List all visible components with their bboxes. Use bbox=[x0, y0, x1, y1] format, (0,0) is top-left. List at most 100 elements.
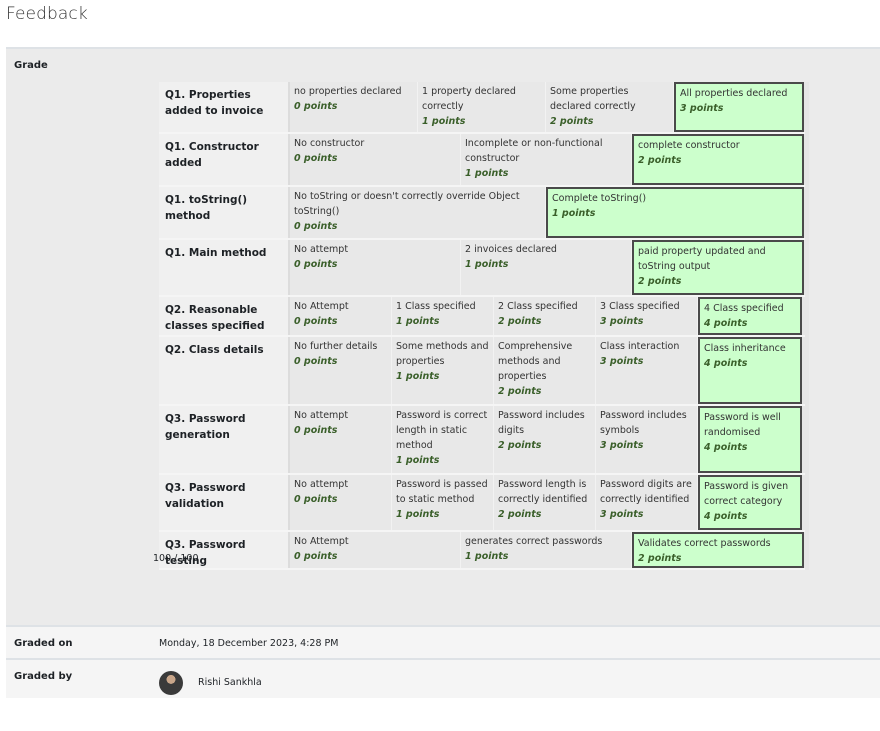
rubric-criterion-row: Q1. Main method No attempt 0 points 2 invoi… bbox=[159, 240, 805, 297]
rubric-criterion-row: Q3. Password generation No attempt 0 point… bbox=[159, 406, 805, 475]
graded-on-row: Graded on Monday, 18 December 2023, 4:28… bbox=[6, 625, 880, 658]
criterion-levels: No attempt 0 points Password is correct le… bbox=[290, 406, 805, 473]
level-points: 2 points bbox=[498, 509, 542, 520]
grade-value: Q1. Properties added to invoice no proper… bbox=[159, 49, 880, 625]
level-description: No attempt bbox=[294, 410, 349, 421]
rubric-criterion-row: Q1. Constructor added No constructor 0 poi… bbox=[159, 134, 805, 187]
rubric-level-selected: complete constructor 2 points bbox=[632, 134, 804, 185]
level-description: No attempt bbox=[294, 479, 349, 490]
rubric-level: Class interaction 3 points bbox=[596, 337, 698, 404]
criterion-title: Q1. Properties added to invoice bbox=[159, 82, 290, 132]
level-points: 1 points bbox=[422, 116, 466, 127]
rubric-level: Password is correct length in static met… bbox=[392, 406, 494, 473]
level-description: No constructor bbox=[294, 138, 365, 149]
criterion-title: Q2. Class details bbox=[159, 337, 290, 404]
level-points: 3 points bbox=[600, 316, 644, 327]
rubric-level: Some properties declared correctly 2 poin… bbox=[546, 82, 674, 132]
level-points: 0 points bbox=[294, 153, 338, 164]
criterion-levels: No attempt 0 points 2 invoices declared 1 p… bbox=[290, 240, 805, 295]
level-points: 0 points bbox=[294, 356, 338, 367]
rubric-level: Incomplete or non-functional constructor… bbox=[461, 134, 632, 185]
level-points: 4 points bbox=[704, 318, 748, 329]
rubric-level: 1 Class specified 1 points bbox=[392, 297, 494, 335]
criterion-title: Q1. Main method bbox=[159, 240, 290, 295]
level-description: Incomplete or non-functional constructor bbox=[465, 138, 603, 164]
rubric-level: 3 Class specified 3 points bbox=[596, 297, 698, 335]
level-points: 2 points bbox=[638, 553, 682, 564]
level-description: Password is passed to static method bbox=[396, 479, 488, 505]
rubric-level: No Attempt 0 points bbox=[290, 532, 461, 568]
level-description: Password includes symbols bbox=[600, 410, 687, 436]
criterion-title: Q3. Password generation bbox=[159, 406, 290, 473]
rubric-level-selected: Password is well randomised 4 points bbox=[698, 406, 802, 473]
grader-name[interactable]: Rishi Sankhla bbox=[198, 677, 262, 688]
graded-on-label: Graded on bbox=[14, 638, 73, 649]
rubric-criterion-row: Q2. Class details No further details 0 poi… bbox=[159, 337, 805, 406]
level-description: no properties declared bbox=[294, 86, 402, 97]
level-description: Password is correct length in static met… bbox=[396, 410, 488, 451]
level-description: No Attempt bbox=[294, 536, 349, 547]
level-points: 2 points bbox=[638, 155, 682, 166]
level-points: 2 points bbox=[498, 440, 542, 451]
level-points: 4 points bbox=[704, 511, 748, 522]
level-points: 1 points bbox=[396, 509, 440, 520]
criterion-title: Q1. Constructor added bbox=[159, 134, 290, 185]
rubric-level-selected: Class inheritance 4 points bbox=[698, 337, 802, 404]
level-points: 0 points bbox=[294, 101, 338, 112]
avatar[interactable] bbox=[159, 670, 183, 695]
criterion-levels: No Attempt 0 points generates correct pass… bbox=[290, 532, 805, 568]
level-description: Password is given correct category bbox=[704, 481, 789, 507]
rubric-level-selected: Password is given correct category 4 poin… bbox=[698, 475, 802, 530]
grade-row: Grade Q1. Properties added to invoice no … bbox=[6, 47, 880, 625]
criterion-levels: No constructor 0 points Incomplete or non-… bbox=[290, 134, 805, 185]
rubric-level: No toString or doesn't correctly overrid… bbox=[290, 187, 546, 238]
criterion-title: Q1. toString() method bbox=[159, 187, 290, 238]
rubric-criterion-row: Q1. Properties added to invoice no proper… bbox=[159, 82, 805, 134]
level-points: 3 points bbox=[600, 440, 644, 451]
level-points: 4 points bbox=[704, 358, 748, 369]
rubric-level: No constructor 0 points bbox=[290, 134, 461, 185]
level-description: 4 Class specified bbox=[704, 303, 784, 314]
criterion-levels: no properties declared 0 points 1 property… bbox=[290, 82, 805, 132]
level-points: 1 points bbox=[465, 259, 509, 270]
rubric-level: 1 property declared correctly 1 points bbox=[418, 82, 546, 132]
level-points: 4 points bbox=[704, 442, 748, 453]
level-points: 0 points bbox=[294, 259, 338, 270]
level-points: 1 points bbox=[465, 551, 509, 562]
graded-by-row: Graded by Rishi Sankhla bbox=[6, 658, 880, 698]
level-description: Comprehensive methods and properties bbox=[498, 341, 573, 382]
level-description: Password digits are correctly identified bbox=[600, 479, 692, 505]
level-points: 0 points bbox=[294, 221, 338, 232]
rubric-level: Comprehensive methods and properties 2 po… bbox=[494, 337, 596, 404]
level-points: 3 points bbox=[680, 103, 724, 114]
level-points: 0 points bbox=[294, 425, 338, 436]
rubric-level: No attempt 0 points bbox=[290, 475, 392, 530]
criterion-levels: No further details 0 points Some methods a… bbox=[290, 337, 805, 404]
level-description: 3 Class specified bbox=[600, 301, 680, 312]
rubric-level-selected: Complete toString() 1 points bbox=[546, 187, 804, 238]
level-points: 2 points bbox=[550, 116, 594, 127]
rubric-level: no properties declared 0 points bbox=[290, 82, 418, 132]
level-description: No further details bbox=[294, 341, 378, 352]
level-description: Class interaction bbox=[600, 341, 680, 352]
level-description: 2 Class specified bbox=[498, 301, 578, 312]
level-points: 1 points bbox=[396, 455, 440, 466]
rubric-level: Password digits are correctly identified… bbox=[596, 475, 698, 530]
rubric-level-selected: 4 Class specified 4 points bbox=[698, 297, 802, 335]
rubric-criterion-row: Q3. Password validation No attempt 0 point… bbox=[159, 475, 805, 532]
rubric-level: 2 Class specified 2 points bbox=[494, 297, 596, 335]
page-title: Feedback bbox=[6, 4, 88, 24]
rubric-level: No attempt 0 points bbox=[290, 240, 461, 295]
level-description: Class inheritance bbox=[704, 343, 786, 354]
level-points: 3 points bbox=[600, 356, 644, 367]
criterion-title: Q3. Password validation bbox=[159, 475, 290, 530]
rubric-level: No Attempt 0 points bbox=[290, 297, 392, 335]
level-description: Complete toString() bbox=[552, 193, 647, 204]
level-description: No attempt bbox=[294, 244, 349, 255]
level-description: Password is well randomised bbox=[704, 412, 781, 438]
rubric-criterion-row: Q2. Reasonable classes specified No Attem… bbox=[159, 297, 805, 337]
level-points: 1 points bbox=[396, 371, 440, 382]
level-description: complete constructor bbox=[638, 140, 740, 151]
rubric-level: Password is passed to static method 1 poi… bbox=[392, 475, 494, 530]
level-description: Some methods and properties bbox=[396, 341, 489, 367]
